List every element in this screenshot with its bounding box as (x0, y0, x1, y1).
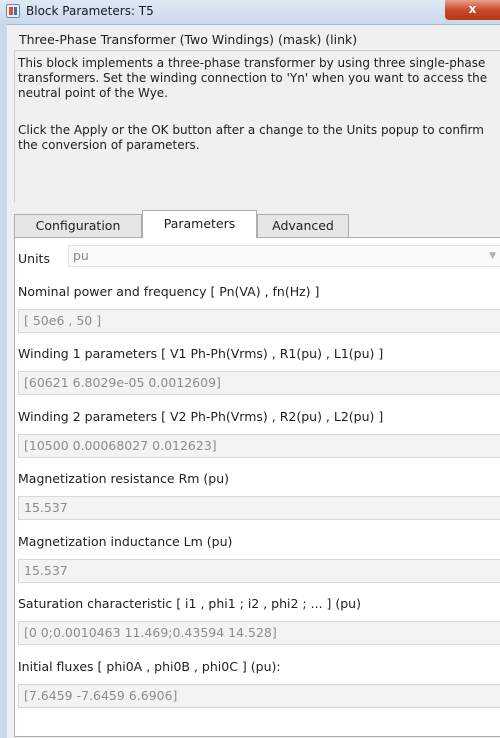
chevron-down-icon[interactable]: ▼ (489, 246, 496, 266)
magnetization-inductance-label: Magnetization inductance Lm (pu) (18, 534, 233, 549)
nominal-power-field[interactable]: [ 50e6 , 50 ] (18, 309, 500, 333)
magnetization-resistance-field[interactable]: 15.537 (18, 496, 500, 520)
winding1-label: Winding 1 parameters [ V1 Ph-Ph(Vrms) , … (18, 346, 384, 361)
units-label: Units (18, 251, 50, 266)
nominal-power-label: Nominal power and frequency [ Pn(VA) , f… (18, 284, 320, 299)
units-dropdown[interactable]: pu ▼ (68, 245, 500, 267)
mask-apply-note: Click the Apply or the OK button after a… (18, 123, 484, 152)
close-button[interactable]: x (445, 0, 500, 20)
winding1-field[interactable]: [60621 6.8029e-05 0.0012609] (18, 371, 500, 395)
initial-fluxes-label: Initial fluxes [ phi0A , phi0B , phi0C ]… (18, 659, 281, 674)
window-frame-left (0, 24, 7, 738)
magnetization-inductance-field[interactable]: 15.537 (18, 559, 500, 583)
mask-title: Three-Phase Transformer (Two Windings) (… (18, 32, 362, 47)
tab-configuration[interactable]: Configuration (14, 214, 142, 237)
mask-description: This block implements a three-phase tran… (18, 56, 488, 100)
magnetization-resistance-label: Magnetization resistance Rm (pu) (18, 471, 230, 486)
initial-fluxes-field[interactable]: [7.6459 -7.6459 6.6906] (18, 684, 500, 708)
window-title: Block Parameters: T5 (26, 4, 154, 18)
units-selected-value: pu (73, 248, 89, 263)
block-parameters-dialog: Block Parameters: T5 x Three-Phase Trans… (0, 0, 500, 738)
saturation-characteristic-label: Saturation characteristic [ i1 , phi1 ; … (18, 596, 361, 611)
tab-parameters[interactable]: Parameters (142, 210, 257, 238)
winding2-field[interactable]: [10500 0.00068027 0.012623] (18, 434, 500, 458)
winding2-label: Winding 2 parameters [ V2 Ph-Ph(Vrms) , … (18, 409, 384, 424)
saturation-characteristic-field[interactable]: [0 0;0.0010463 11.469;0.43594 14.528] (18, 621, 500, 645)
simulink-block-icon (6, 4, 20, 18)
title-bar: Block Parameters: T5 x (0, 0, 500, 25)
tab-advanced[interactable]: Advanced (257, 214, 349, 237)
tab-bar: Configuration Parameters Advanced (14, 210, 500, 238)
